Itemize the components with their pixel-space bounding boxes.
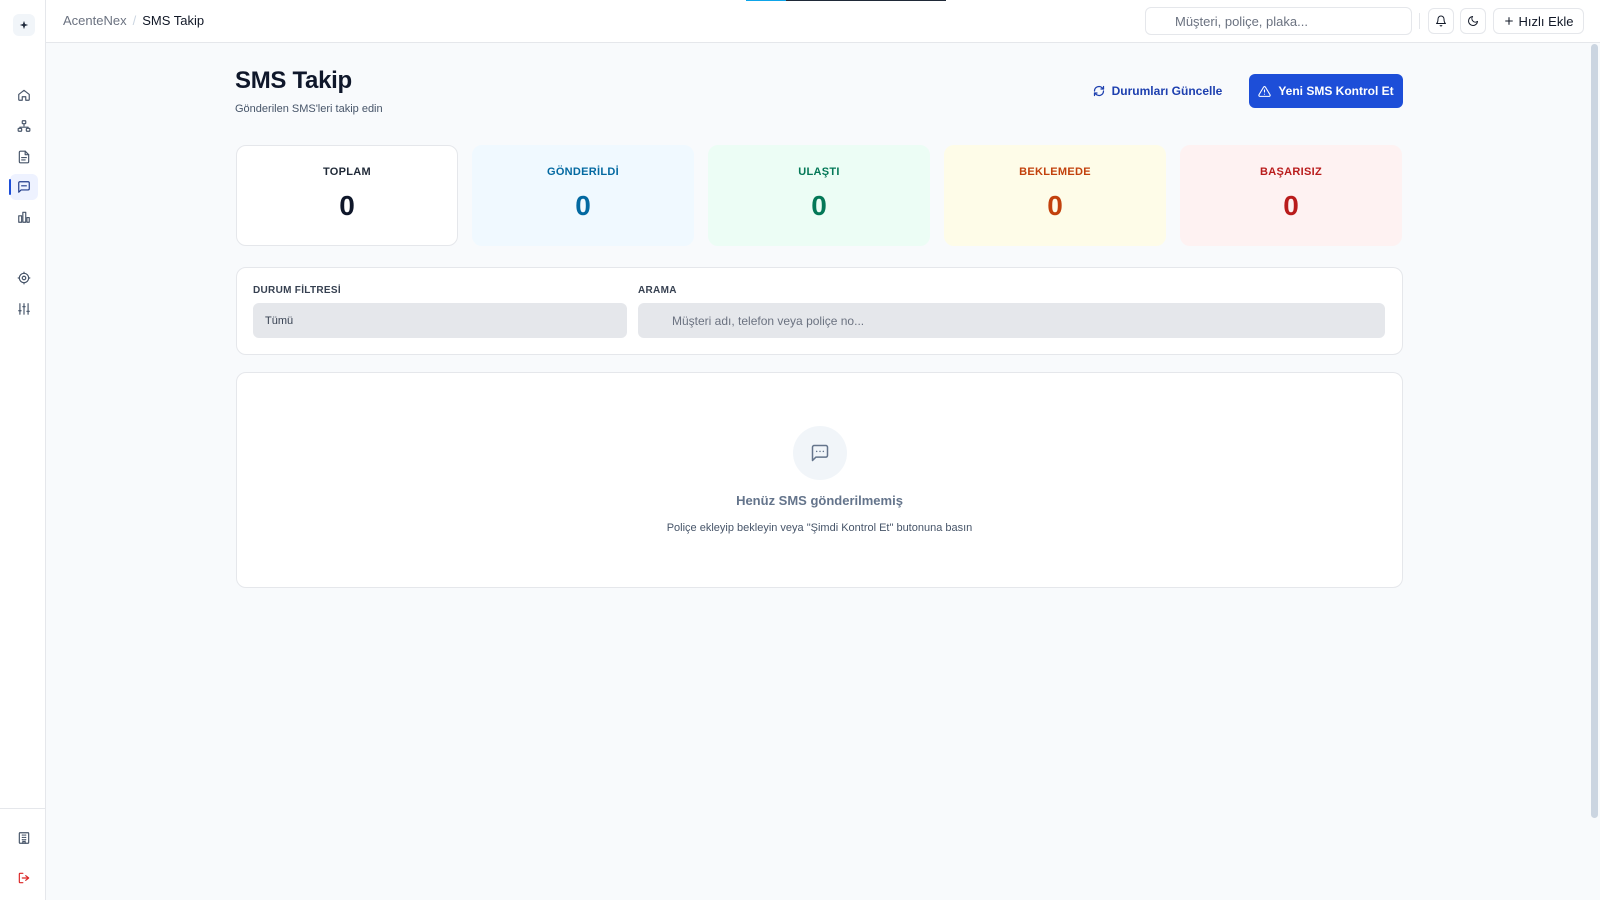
bar-chart-icon — [18, 211, 30, 223]
stat-card-failed: BAŞARISIZ 0 — [1180, 145, 1402, 246]
stat-value: 0 — [811, 190, 827, 221]
refresh-status-button[interactable]: Durumları Güncelle — [1090, 74, 1225, 108]
active-indicator — [9, 179, 11, 195]
document-icon — [18, 150, 30, 164]
message-icon — [18, 181, 30, 193]
stat-label: ULAŞTI — [798, 166, 840, 178]
stat-value: 0 — [1047, 190, 1063, 221]
breadcrumb-root[interactable]: AcenteNex — [63, 13, 127, 28]
sidebar — [0, 0, 46, 900]
theme-toggle-button[interactable] — [1460, 8, 1486, 34]
stat-value: 0 — [575, 190, 591, 221]
plus-icon — [1504, 17, 1513, 25]
global-search-input[interactable] — [1145, 7, 1412, 35]
loading-progress — [746, 0, 786, 1]
sidebar-item-policies[interactable] — [10, 144, 38, 170]
moon-icon — [1468, 16, 1478, 26]
sms-search-input[interactable] — [638, 303, 1385, 338]
warning-icon — [1258, 85, 1272, 97]
stat-value: 0 — [339, 190, 355, 221]
sidebar-divider — [0, 808, 46, 809]
status-filter-select[interactable]: Tümü — [253, 303, 627, 338]
status-filter-value: Tümü — [265, 314, 294, 327]
sparkle-icon — [19, 20, 29, 30]
refresh-status-label: Durumları Güncelle — [1111, 84, 1223, 98]
sidebar-item-logout[interactable] — [10, 865, 38, 891]
check-new-sms-button[interactable]: Yeni SMS Kontrol Et — [1249, 74, 1403, 108]
empty-state-icon — [793, 426, 847, 480]
sliders-icon — [18, 303, 30, 315]
stat-card-sent: GÖNDERİLDİ 0 — [472, 145, 694, 246]
sidebar-item-home[interactable] — [10, 82, 38, 108]
stat-card-delivered: ULAŞTI 0 — [708, 145, 930, 246]
stat-value: 0 — [1283, 190, 1299, 221]
home-icon — [18, 89, 30, 101]
stat-card-total: TOPLAM 0 — [236, 145, 458, 246]
breadcrumb-current: SMS Takip — [142, 13, 205, 28]
page-subtitle: Gönderilen SMS'leri takip edin — [235, 103, 383, 115]
search-label: ARAMA — [638, 285, 677, 296]
topbar-separator — [1419, 13, 1420, 29]
refresh-icon — [1093, 85, 1104, 97]
org-chart-icon — [17, 120, 31, 132]
page-scrollbar[interactable] — [1591, 44, 1598, 818]
gear-icon — [17, 271, 31, 285]
sidebar-item-customers[interactable] — [10, 113, 38, 139]
sms-list-empty-state: Henüz SMS gönderilmemiş Poliçe ekleyip b… — [236, 372, 1403, 588]
building-icon — [18, 832, 30, 844]
sidebar-item-sms[interactable] — [9, 174, 38, 200]
empty-state-title: Henüz SMS gönderilmemiş — [736, 493, 903, 508]
filter-panel: DURUM FİLTRESİ Tümü ARAMA — [236, 267, 1403, 355]
sidebar-item-reports[interactable] — [10, 204, 38, 230]
sidebar-item-company[interactable] — [10, 825, 38, 851]
quick-add-label: Hızlı Ekle — [1518, 13, 1574, 29]
stat-label: TOPLAM — [322, 166, 372, 178]
loading-bar — [746, 0, 946, 1]
empty-state-subtitle: Poliçe ekleyip bekleyin veya "Şimdi Kont… — [666, 522, 973, 534]
topbar: AcenteNex / SMS Takip Hızlı Ekle — [46, 0, 1600, 43]
quick-add-button[interactable]: Hızlı Ekle — [1493, 8, 1584, 34]
bell-icon — [1436, 15, 1446, 27]
message-icon — [811, 444, 829, 462]
sidebar-item-settings[interactable] — [10, 265, 38, 291]
stat-label: BAŞARISIZ — [1260, 166, 1322, 178]
breadcrumb: AcenteNex / SMS Takip — [63, 13, 204, 28]
status-filter-label: DURUM FİLTRESİ — [253, 285, 341, 296]
breadcrumb-separator: / — [132, 13, 137, 28]
stat-label: GÖNDERİLDİ — [546, 166, 620, 178]
page-title: SMS Takip — [235, 67, 352, 94]
logout-icon — [18, 872, 30, 884]
stat-label: BEKLEMEDE — [1019, 166, 1091, 178]
app-logo[interactable] — [13, 14, 35, 36]
stat-card-pending: BEKLEMEDE 0 — [944, 145, 1166, 246]
notifications-button[interactable] — [1428, 8, 1454, 34]
check-new-sms-label: Yeni SMS Kontrol Et — [1278, 84, 1394, 98]
sidebar-item-preferences[interactable] — [10, 296, 38, 322]
